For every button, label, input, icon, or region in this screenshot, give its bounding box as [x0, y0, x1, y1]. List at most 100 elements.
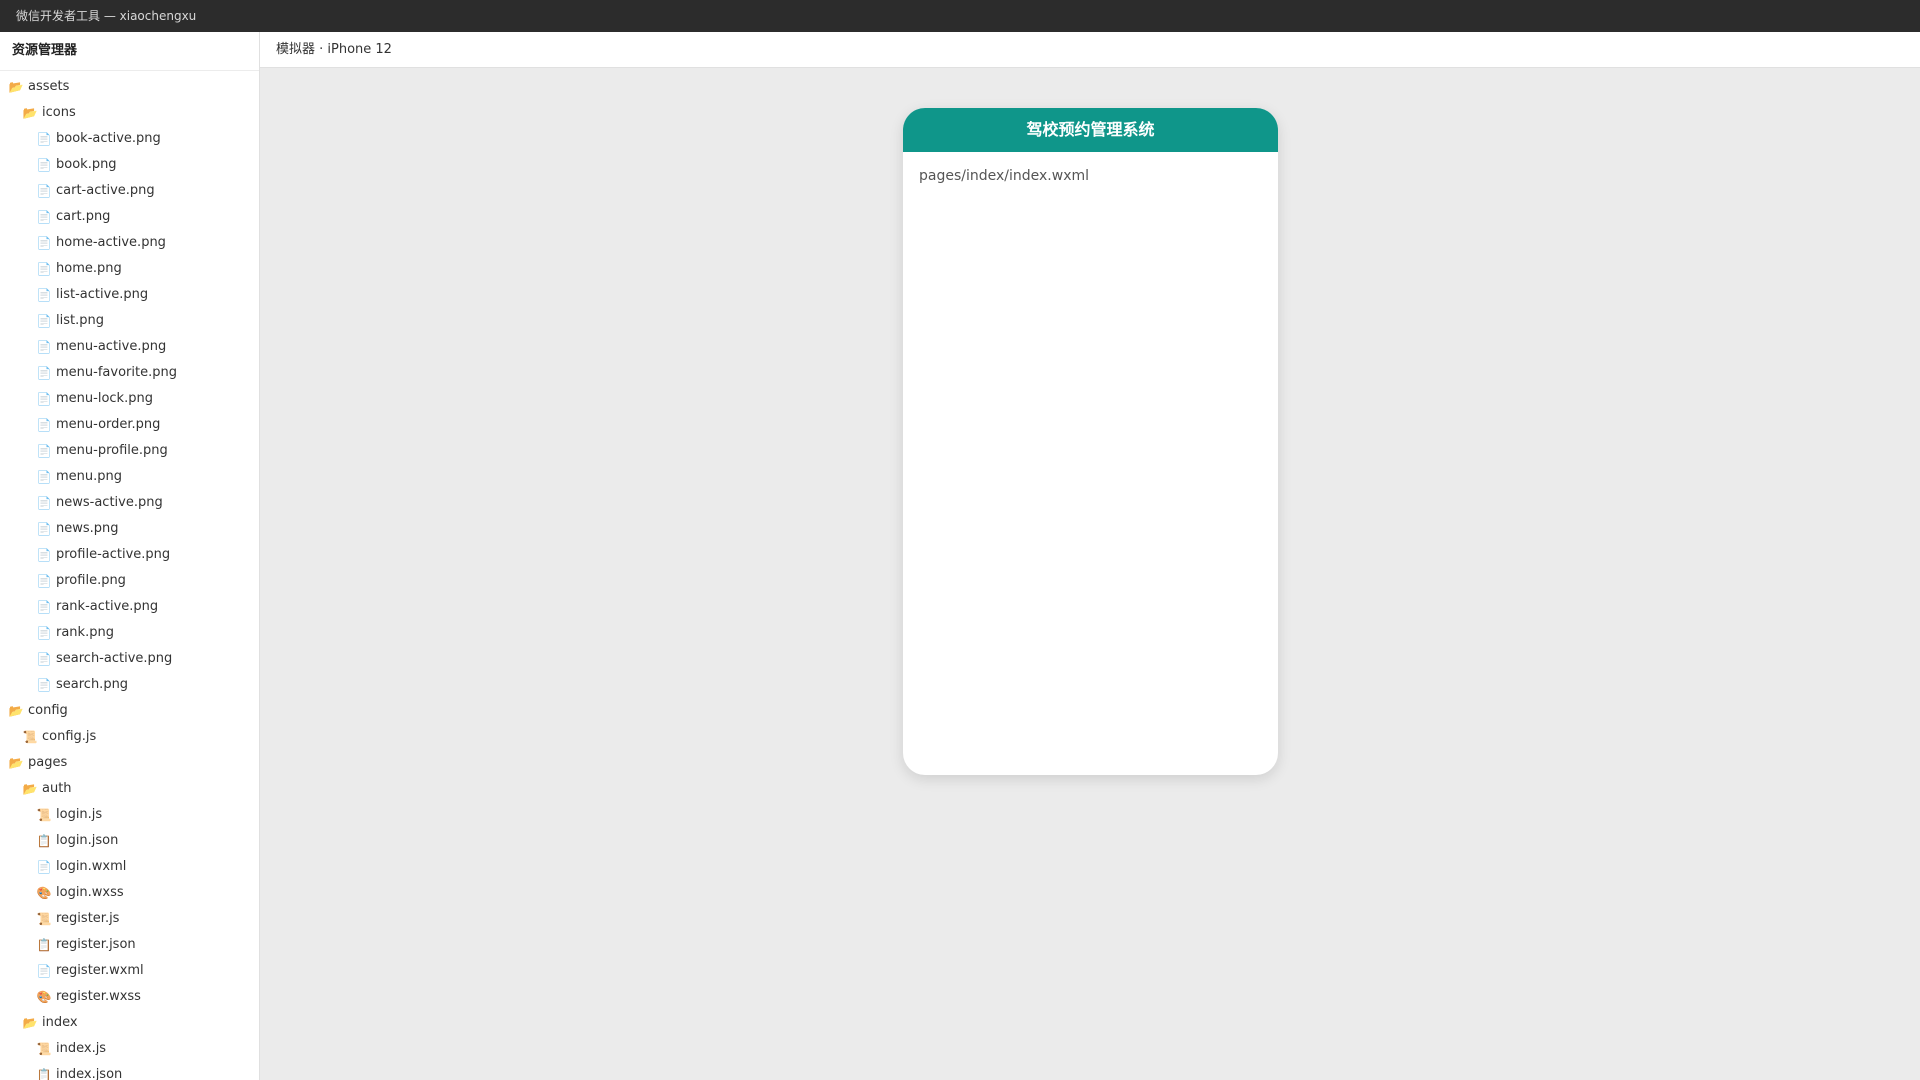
- file-icon: 📄: [36, 366, 52, 380]
- json-file-icon: 📋: [36, 834, 52, 848]
- tree-item-label: menu-profile.png: [56, 443, 168, 458]
- tree-file[interactable]: 📄 menu-order.png: [0, 412, 259, 438]
- file-icon: 📄: [36, 444, 52, 458]
- tree-file[interactable]: 🎨 login.wxss: [0, 880, 259, 906]
- tree-file[interactable]: 📄 list.png: [0, 308, 259, 334]
- phone-simulator: 驾校预约管理系统 pages/index/index.wxml: [903, 108, 1278, 775]
- file-icon: 📄: [36, 574, 52, 588]
- tree-folder[interactable]: 📂 auth: [0, 776, 259, 802]
- tree-item-label: search.png: [56, 677, 129, 692]
- tree-file[interactable]: 📄 search.png: [0, 672, 259, 698]
- tree-file[interactable]: 📄 menu-lock.png: [0, 386, 259, 412]
- file-icon: 📄: [36, 522, 52, 536]
- tree-item-label: news.png: [56, 521, 119, 536]
- file-icon: 📄: [36, 392, 52, 406]
- tree-file[interactable]: 📄 book.png: [0, 152, 259, 178]
- page-path: pages/index/index.wxml: [919, 168, 1090, 184]
- tree-file[interactable]: 📄 cart-active.png: [0, 178, 259, 204]
- tree-item-label: icons: [42, 105, 76, 120]
- tree-file[interactable]: 📄 menu-profile.png: [0, 438, 259, 464]
- file-icon: 📄: [36, 340, 52, 354]
- tree-item-label: pages: [28, 755, 68, 770]
- tree-file[interactable]: 📄 menu.png: [0, 464, 259, 490]
- tree-item-label: cart-active.png: [56, 183, 155, 198]
- file-icon: 📄: [36, 288, 52, 302]
- tree-file[interactable]: 📋 index.json: [0, 1062, 259, 1080]
- js-file-icon: 📜: [22, 730, 38, 744]
- tree-file[interactable]: 📜 index.js: [0, 1036, 259, 1062]
- folder-open-icon: 📂: [22, 106, 38, 120]
- tree-file[interactable]: 📄 home-active.png: [0, 230, 259, 256]
- file-icon: 📄: [36, 158, 52, 172]
- folder-open-icon: 📂: [8, 756, 24, 770]
- tree-item-label: rank.png: [56, 625, 114, 640]
- file-icon: 📄: [36, 236, 52, 250]
- tree-file[interactable]: 📄 search-active.png: [0, 646, 259, 672]
- tree-folder[interactable]: 📂 index: [0, 1010, 259, 1036]
- tree-file[interactable]: 📄 rank-active.png: [0, 594, 259, 620]
- tree-file[interactable]: 📜 register.js: [0, 906, 259, 932]
- folder-open-icon: 📂: [22, 782, 38, 796]
- tree-item-label: login.wxss: [56, 885, 124, 900]
- tree-item-label: register.wxss: [56, 989, 141, 1004]
- tree-item-label: auth: [42, 781, 72, 796]
- file-icon: 📄: [36, 314, 52, 328]
- folder-open-icon: 📂: [22, 1016, 38, 1030]
- file-icon: 📄: [36, 184, 52, 198]
- tree-file[interactable]: 📄 login.wxml: [0, 854, 259, 880]
- tree-item-label: list-active.png: [56, 287, 149, 302]
- simulator-header: 模拟器 · iPhone 12: [260, 32, 1920, 68]
- file-icon: 📄: [36, 132, 52, 146]
- tree-file[interactable]: 📋 login.json: [0, 828, 259, 854]
- tree-item-label: book.png: [56, 157, 117, 172]
- tree-item-label: list.png: [56, 313, 104, 328]
- tree-item-label: menu-lock.png: [56, 391, 153, 406]
- tree-file[interactable]: 🎨 register.wxss: [0, 984, 259, 1010]
- tree-item-label: menu-order.png: [56, 417, 161, 432]
- style-file-icon: 🎨: [36, 886, 52, 900]
- style-file-icon: 🎨: [36, 990, 52, 1004]
- tree-file[interactable]: 📜 config.js: [0, 724, 259, 750]
- tree-file[interactable]: 📄 register.wxml: [0, 958, 259, 984]
- tree-item-label: assets: [28, 79, 70, 94]
- tree-folder[interactable]: 📂 config: [0, 698, 259, 724]
- tree-item-label: rank-active.png: [56, 599, 159, 614]
- tree-item-label: menu-active.png: [56, 339, 167, 354]
- tree-file[interactable]: 📄 menu-active.png: [0, 334, 259, 360]
- tree-item-label: login.wxml: [56, 859, 127, 874]
- tree-file[interactable]: 📄 menu-favorite.png: [0, 360, 259, 386]
- tree-file[interactable]: 📄 cart.png: [0, 204, 259, 230]
- tree-item-label: register.js: [56, 911, 120, 926]
- tree-item-label: profile-active.png: [56, 547, 171, 562]
- phone-title: 驾校预约管理系统: [903, 108, 1278, 152]
- file-icon: 📄: [36, 678, 52, 692]
- tree-item-label: profile.png: [56, 573, 126, 588]
- file-icon: 📄: [36, 496, 52, 510]
- file-tree: 📂 assets 📂 icons 📄 book-active.png 📄 book.png 📄 c…: [0, 71, 259, 1080]
- tree-file[interactable]: 📄 news.png: [0, 516, 259, 542]
- page-content: pages/index/index.wxml: [903, 152, 1278, 200]
- file-icon: 📄: [36, 626, 52, 640]
- tree-item-label: home-active.png: [56, 235, 166, 250]
- tree-folder[interactable]: 📂 icons: [0, 100, 259, 126]
- tree-file[interactable]: 📄 list-active.png: [0, 282, 259, 308]
- tree-item-label: news-active.png: [56, 495, 163, 510]
- file-icon: 📄: [36, 548, 52, 562]
- tree-folder[interactable]: 📂 assets: [0, 74, 259, 100]
- file-icon: 📄: [36, 262, 52, 276]
- tree-file[interactable]: 📄 rank.png: [0, 620, 259, 646]
- tree-file[interactable]: 📄 news-active.png: [0, 490, 259, 516]
- tree-item-label: cart.png: [56, 209, 111, 224]
- tree-file[interactable]: 📄 book-active.png: [0, 126, 259, 152]
- tree-folder[interactable]: 📂 pages: [0, 750, 259, 776]
- js-file-icon: 📜: [36, 808, 52, 822]
- tree-file[interactable]: 📜 login.js: [0, 802, 259, 828]
- tree-file[interactable]: 📋 register.json: [0, 932, 259, 958]
- file-icon: 📄: [36, 860, 52, 874]
- folder-open-icon: 📂: [8, 704, 24, 718]
- tree-file[interactable]: 📄 profile-active.png: [0, 542, 259, 568]
- tree-file[interactable]: 📄 home.png: [0, 256, 259, 282]
- tree-item-label: home.png: [56, 261, 122, 276]
- tree-file[interactable]: 📄 profile.png: [0, 568, 259, 594]
- file-icon: 📄: [36, 210, 52, 224]
